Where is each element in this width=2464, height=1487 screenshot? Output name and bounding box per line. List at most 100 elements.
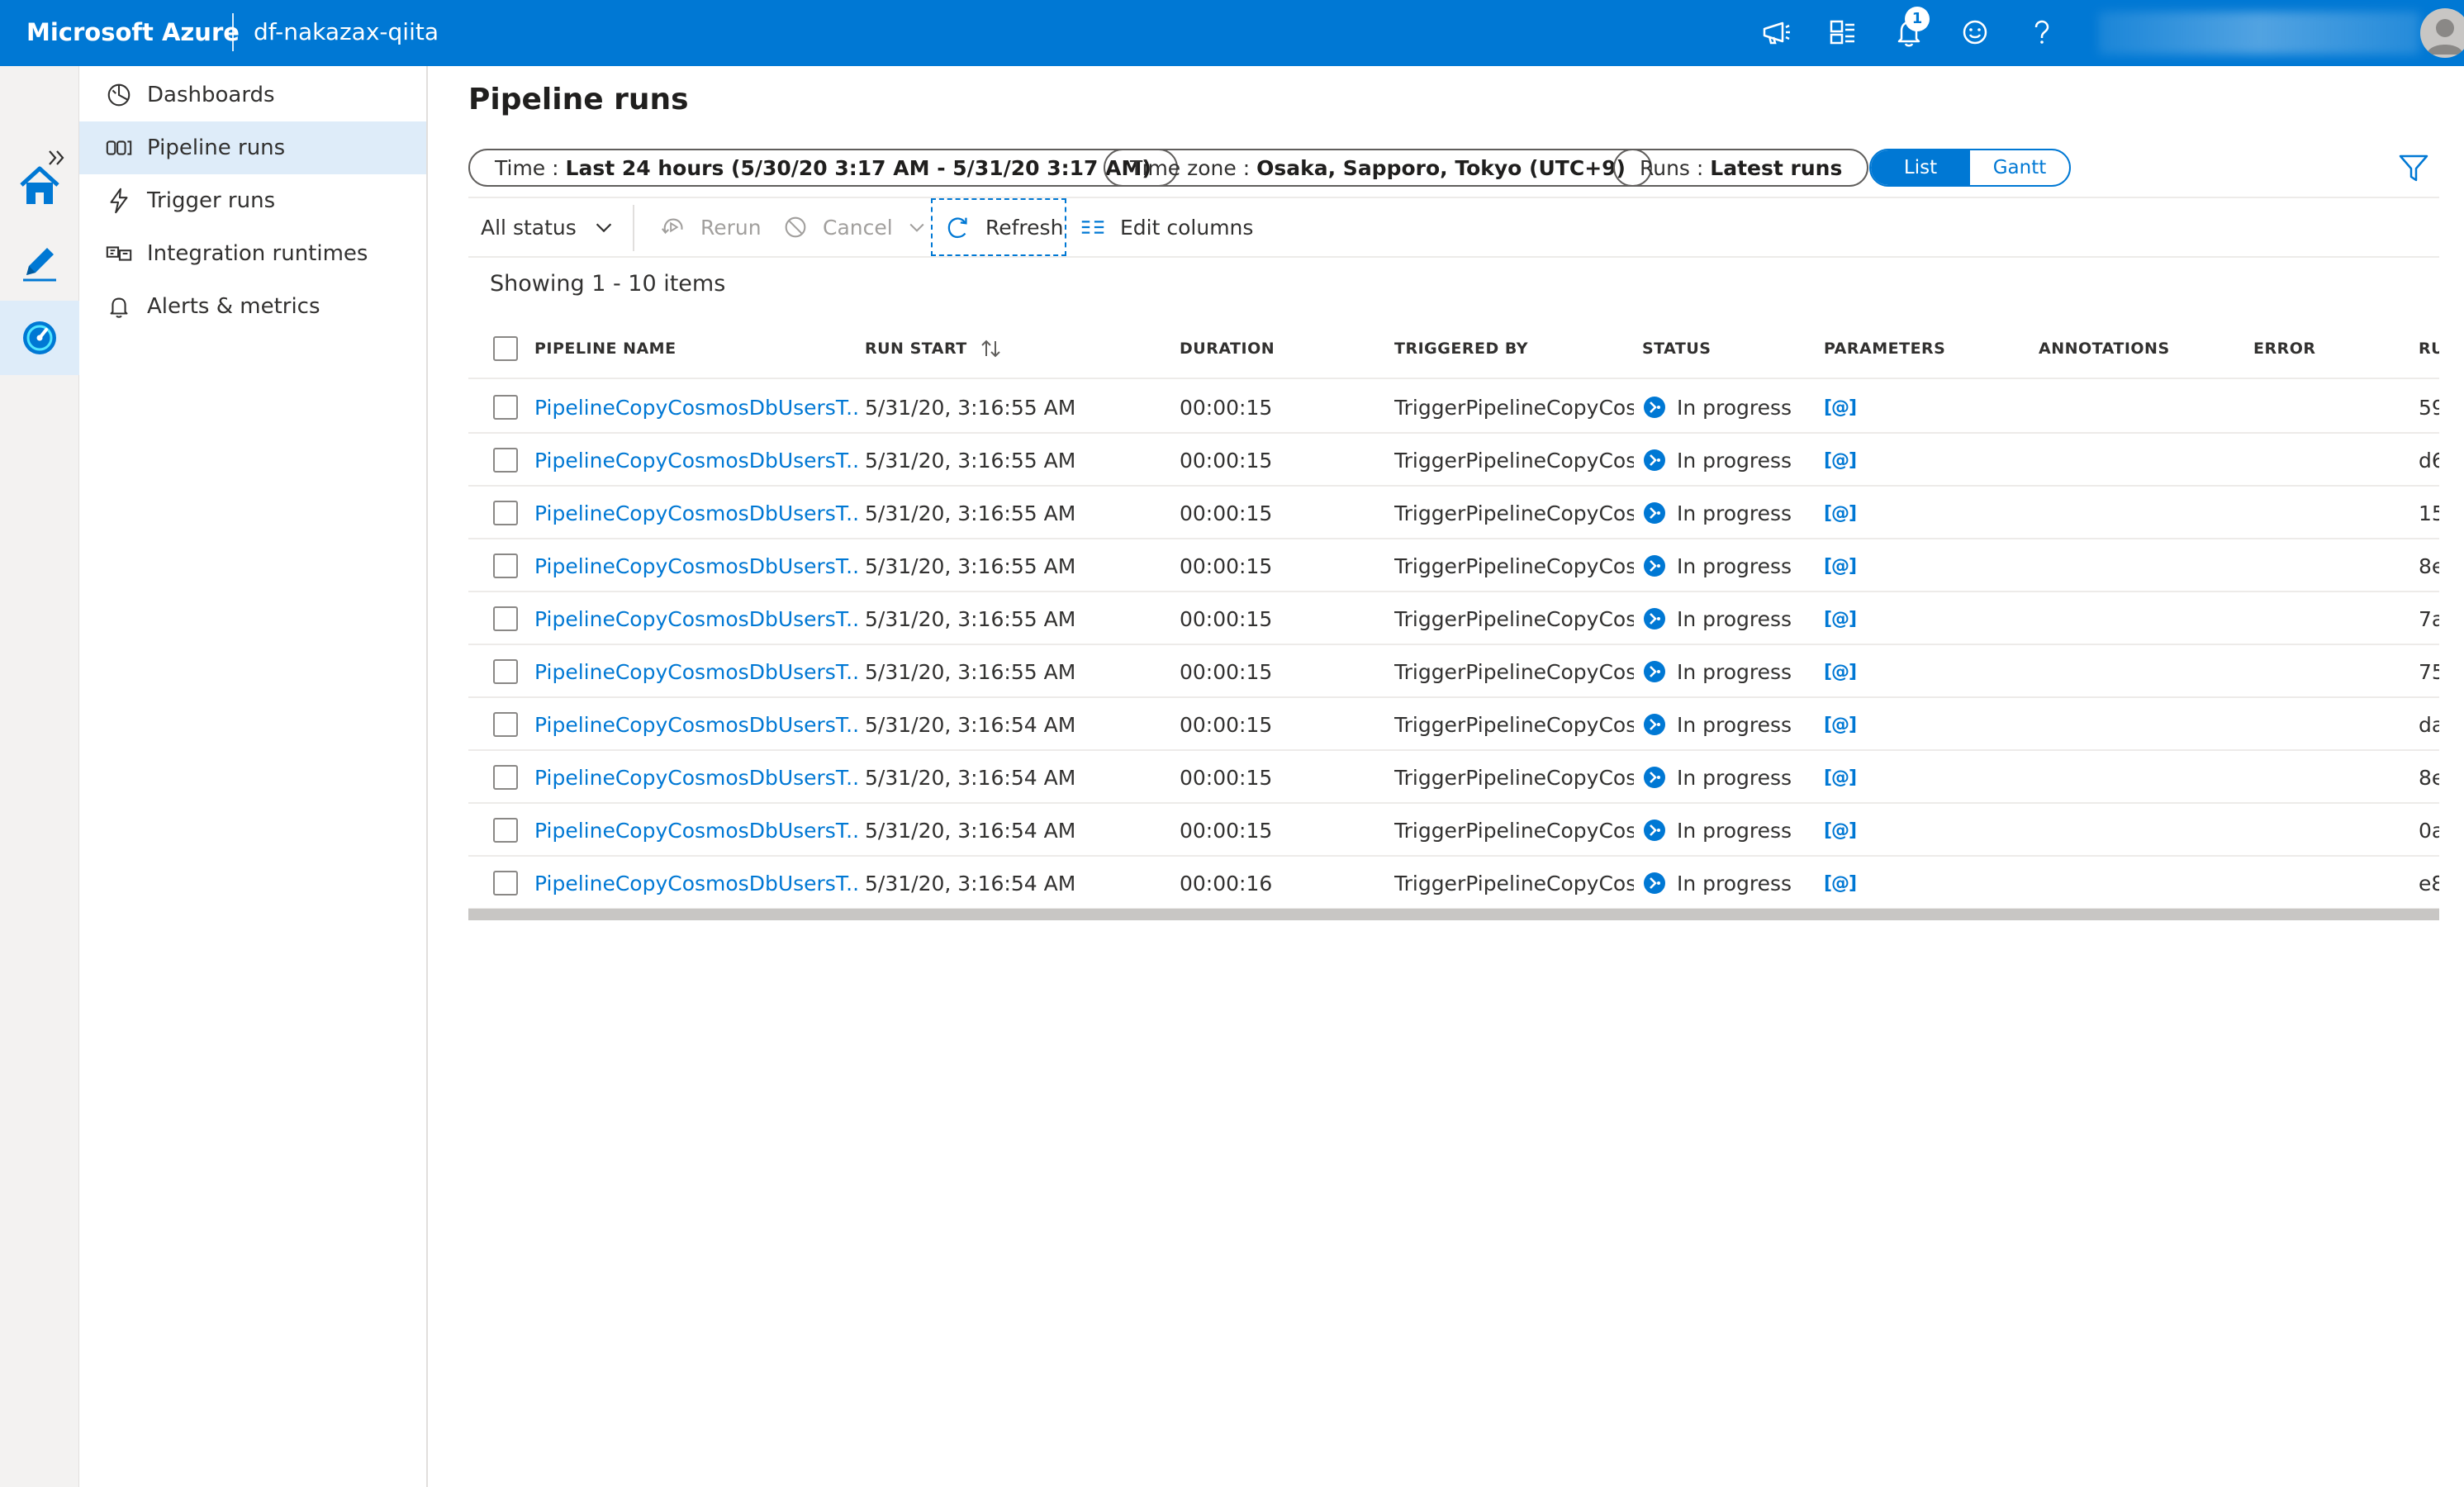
pipeline-name-link[interactable]: PipelineCopyCosmosDbUsersT... xyxy=(534,857,861,910)
runs-filter-pill[interactable]: Runs : Latest runs xyxy=(1613,149,1869,187)
table-row[interactable]: PipelineCopyCosmosDbUsersT... 5/31/20, 3:… xyxy=(468,434,2439,487)
pipeline-name-link[interactable]: PipelineCopyCosmosDbUsersT... xyxy=(534,804,861,857)
status-dropdown[interactable]: All status xyxy=(481,198,620,256)
pipeline-name-link[interactable]: PipelineCopyCosmosDbUsersT... xyxy=(534,487,861,539)
nav-item-dashboards[interactable]: Dashboards xyxy=(79,69,426,121)
parameters-icon[interactable]: [@] xyxy=(1824,450,1856,471)
nav-item-trigger-runs[interactable]: Trigger runs xyxy=(79,174,426,227)
col-header-status[interactable]: STATUS xyxy=(1642,318,1711,379)
row-checkbox[interactable] xyxy=(493,804,518,857)
parameters-icon[interactable]: [@] xyxy=(1824,397,1856,418)
table-row[interactable]: PipelineCopyCosmosDbUsersT... 5/31/20, 3:… xyxy=(468,804,2439,857)
run-start-cell: 5/31/20, 3:16:54 AM xyxy=(865,712,1076,737)
table-row[interactable]: PipelineCopyCosmosDbUsersT... 5/31/20, 3:… xyxy=(468,751,2439,804)
factory-name[interactable]: df-nakazax-qiita xyxy=(254,15,439,50)
table-row[interactable]: PipelineCopyCosmosDbUsersT... 5/31/20, 3:… xyxy=(468,381,2439,434)
in-progress-icon[interactable] xyxy=(1642,818,1667,843)
in-progress-icon[interactable] xyxy=(1642,395,1667,420)
row-checkbox[interactable] xyxy=(493,751,518,804)
nav-label-integration-runtimes: Integration runtimes xyxy=(147,241,368,266)
in-progress-icon[interactable] xyxy=(1642,871,1667,896)
directory-switch-icon[interactable] xyxy=(1824,13,1862,51)
row-checkbox[interactable] xyxy=(493,487,518,539)
table-row[interactable]: PipelineCopyCosmosDbUsersT... 5/31/20, 3:… xyxy=(468,645,2439,698)
table-row[interactable]: PipelineCopyCosmosDbUsersT... 5/31/20, 3:… xyxy=(468,698,2439,751)
in-progress-icon[interactable] xyxy=(1642,659,1667,684)
in-progress-icon[interactable] xyxy=(1642,501,1667,525)
table-row[interactable]: PipelineCopyCosmosDbUsersT... 5/31/20, 3:… xyxy=(468,592,2439,645)
parameters-icon[interactable]: [@] xyxy=(1824,503,1856,524)
nav-item-integration-runtimes[interactable]: Integration runtimes xyxy=(79,227,426,280)
row-checkbox[interactable] xyxy=(493,857,518,910)
pipeline-name-link[interactable]: PipelineCopyCosmosDbUsersT... xyxy=(534,539,861,592)
parameters-icon[interactable]: [@] xyxy=(1824,556,1856,577)
home-icon[interactable] xyxy=(0,149,79,223)
in-progress-icon[interactable] xyxy=(1642,448,1667,473)
monitor-gauge-icon[interactable] xyxy=(0,301,79,375)
col-header-run-id[interactable]: RU xyxy=(2419,318,2439,379)
parameters-icon[interactable]: [@] xyxy=(1824,715,1856,735)
refresh-button[interactable]: Refresh xyxy=(942,198,1063,256)
pipeline-name-link[interactable]: PipelineCopyCosmosDbUsersT... xyxy=(534,698,861,751)
pipeline-name-link[interactable]: PipelineCopyCosmosDbUsersT... xyxy=(534,434,861,487)
run-id-cell: 0a xyxy=(2419,818,2439,843)
table-row[interactable]: PipelineCopyCosmosDbUsersT... 5/31/20, 3:… xyxy=(468,487,2439,539)
row-checkbox[interactable] xyxy=(493,434,518,487)
edit-columns-button[interactable]: Edit columns xyxy=(1077,198,1253,256)
account-info-blurred[interactable] xyxy=(2098,12,2420,55)
time-filter-pill[interactable]: Time : Last 24 hours (5/30/20 3:17 AM - … xyxy=(468,149,1178,187)
col-header-run-start[interactable]: RUN START xyxy=(865,318,1004,379)
parameters-icon[interactable]: [@] xyxy=(1824,873,1856,894)
pipeline-name-link[interactable]: PipelineCopyCosmosDbUsersT... xyxy=(534,592,861,645)
avatar-icon[interactable] xyxy=(2420,8,2464,58)
row-checkbox[interactable] xyxy=(493,539,518,592)
nav-item-alerts-metrics[interactable]: Alerts & metrics xyxy=(79,280,426,333)
in-progress-icon[interactable] xyxy=(1642,712,1667,737)
help-icon[interactable] xyxy=(2022,13,2060,51)
in-progress-icon[interactable] xyxy=(1642,765,1667,790)
row-checkbox[interactable] xyxy=(493,698,518,751)
run-start-cell: 5/31/20, 3:16:55 AM xyxy=(865,553,1076,578)
row-checkbox[interactable] xyxy=(493,592,518,645)
view-gantt-option[interactable]: Gantt xyxy=(1970,150,2069,185)
table-row[interactable]: PipelineCopyCosmosDbUsersT... 5/31/20, 3:… xyxy=(468,539,2439,592)
sort-arrows-icon[interactable] xyxy=(979,336,1004,361)
in-progress-icon[interactable] xyxy=(1642,606,1667,631)
view-list-option[interactable]: List xyxy=(1871,150,1970,185)
in-progress-icon[interactable] xyxy=(1642,553,1667,578)
pipeline-name-link[interactable]: PipelineCopyCosmosDbUsersT... xyxy=(534,381,861,434)
table-header: PIPELINE NAME RUN START DURATION TRIGGER… xyxy=(468,318,2439,379)
col-header-pipeline-name[interactable]: PIPELINE NAME xyxy=(534,318,677,379)
parameters-icon[interactable]: [@] xyxy=(1824,609,1856,629)
timezone-filter-pill[interactable]: Time zone : Osaka, Sapporo, Tokyo (UTC+9… xyxy=(1104,149,1652,187)
status-cell: In progress xyxy=(1642,434,1792,487)
nav-item-pipeline-runs[interactable]: Pipeline runs xyxy=(79,121,426,174)
run-id-cell: 59 xyxy=(2419,395,2439,420)
select-all-checkbox[interactable] xyxy=(493,318,518,379)
col-header-annotations[interactable]: ANNOTATIONS xyxy=(2039,318,2170,379)
horizontal-scrollbar[interactable] xyxy=(468,909,2439,920)
smiley-icon[interactable] xyxy=(1956,13,1994,51)
col-header-parameters[interactable]: PARAMETERS xyxy=(1824,318,1945,379)
row-checkbox[interactable] xyxy=(493,645,518,698)
row-checkbox[interactable] xyxy=(493,381,518,434)
table-row[interactable]: PipelineCopyCosmosDbUsersT... 5/31/20, 3:… xyxy=(468,857,2439,910)
pipeline-name-link[interactable]: PipelineCopyCosmosDbUsersT... xyxy=(534,751,861,804)
status-text: In progress xyxy=(1677,606,1792,631)
col-header-triggered-by[interactable]: TRIGGERED BY xyxy=(1394,318,1528,379)
filter-icon[interactable] xyxy=(2397,152,2430,185)
author-pencil-icon[interactable] xyxy=(0,225,79,299)
parameters-icon[interactable]: [@] xyxy=(1824,662,1856,682)
pipeline-name-link[interactable]: PipelineCopyCosmosDbUsersT... xyxy=(534,645,861,698)
parameters-cell: [@] xyxy=(1824,857,1856,910)
col-header-error[interactable]: ERROR xyxy=(2253,318,2316,379)
megaphone-icon[interactable] xyxy=(1758,13,1796,51)
col-header-duration[interactable]: DURATION xyxy=(1180,318,1275,379)
brand-title[interactable]: Microsoft Azure xyxy=(26,15,240,50)
parameters-icon[interactable]: [@] xyxy=(1824,767,1856,788)
chevron-down-icon[interactable] xyxy=(901,211,933,243)
rerun-button[interactable]: Rerun xyxy=(658,198,762,256)
runs-filter-key: Runs : xyxy=(1640,155,1704,180)
cancel-button[interactable]: Cancel xyxy=(780,198,933,256)
parameters-icon[interactable]: [@] xyxy=(1824,820,1856,841)
